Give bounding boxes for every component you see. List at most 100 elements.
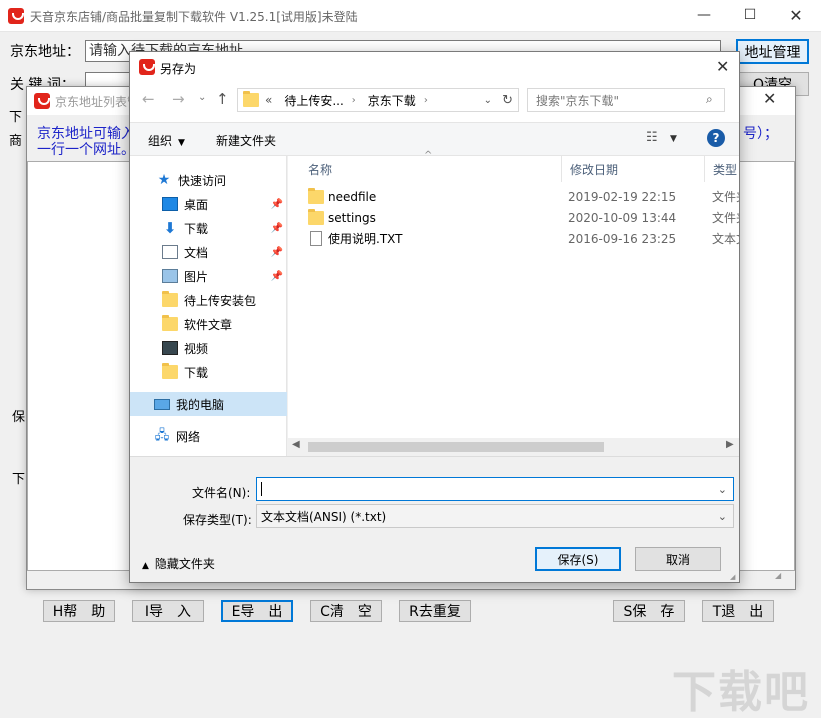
- url-label: 京东地址：: [10, 44, 80, 60]
- side-char: 下: [12, 472, 26, 487]
- nav-folder-pending[interactable]: 待上传安装包: [130, 288, 287, 312]
- file-row[interactable]: 使用说明.TXT 2016-09-16 23:25 文本文档: [288, 228, 739, 249]
- nav-network[interactable]: 🖧 网络: [130, 424, 287, 448]
- text-cursor: [261, 482, 262, 496]
- path-overflow[interactable]: «: [265, 93, 272, 107]
- filename-input[interactable]: ⌄: [256, 477, 734, 501]
- chevron-right-icon[interactable]: ›: [352, 95, 356, 106]
- file-type: 文件夹: [712, 211, 739, 225]
- filename-label: 文件名(N):: [192, 486, 251, 500]
- toolbar: 组织 ▼ 新建文件夹 ☷ ▼ ?: [130, 122, 739, 156]
- hide-folders-label: 隐藏文件夹: [154, 557, 215, 571]
- chevron-down-icon[interactable]: ⌄: [718, 510, 727, 523]
- filetype-value: 文本文档(ANSI) (*.txt): [261, 509, 387, 524]
- folder-icon: [243, 91, 259, 107]
- import-button[interactable]: I导 入: [132, 600, 204, 622]
- recent-dropdown-icon[interactable]: ⌄: [198, 92, 206, 103]
- pin-icon: 📌: [270, 222, 283, 234]
- nav-videos[interactable]: 视频: [130, 336, 287, 360]
- folder-icon: [162, 363, 178, 379]
- desktop-icon: [162, 197, 178, 211]
- nav-label: 图片: [184, 269, 209, 284]
- chevron-down-icon[interactable]: ⌄: [484, 95, 492, 106]
- app-title-bar: 天音京东店铺/商品批量复制下载软件 V1.25.1[试用版]未登陆 — ☐ ✕: [0, 0, 821, 32]
- list-desc-line2: 一行一个网址。: [37, 142, 135, 158]
- nav-label: 文档: [184, 245, 209, 260]
- filetype-label: 保存类型(T):: [183, 513, 252, 527]
- column-header-type[interactable]: 类型: [705, 156, 739, 182]
- path-segment[interactable]: 京东下载: [368, 92, 416, 109]
- maximize-button[interactable]: ☐: [727, 0, 773, 30]
- watermark: 下载吧: [672, 667, 810, 718]
- save-list-button[interactable]: S保 存: [613, 600, 685, 622]
- video-icon: [162, 341, 178, 355]
- cancel-button[interactable]: 取消: [635, 547, 721, 571]
- list-dialog-close-icon[interactable]: ✕: [763, 89, 776, 108]
- scroll-left-icon[interactable]: ◀: [292, 439, 300, 450]
- view-dropdown-icon[interactable]: ▼: [670, 134, 677, 144]
- view-options-icon[interactable]: ☷: [646, 130, 658, 145]
- save-as-dialog: 另存为 ✕ ← → ⌄ ↑ « 待上传安... › 京东下载 › ⌄ ↻ 搜索"…: [129, 51, 740, 583]
- side-char: 下: [9, 110, 23, 125]
- resize-grip-icon: ◢: [730, 573, 736, 581]
- list-dialog-logo-icon: [34, 93, 50, 109]
- help-icon[interactable]: ?: [707, 129, 725, 147]
- search-input[interactable]: 搜索"京东下载": [527, 88, 725, 112]
- text-file-icon: [310, 231, 322, 246]
- nav-label: 快速访问: [178, 173, 227, 188]
- chevron-down-icon[interactable]: ⌄: [718, 483, 727, 496]
- file-date: 2019-02-19 22:15: [568, 189, 677, 204]
- pin-icon: 📌: [270, 246, 283, 258]
- chevron-right-icon[interactable]: ›: [424, 95, 428, 106]
- caret-up-icon: ▲: [142, 561, 149, 571]
- back-arrow-icon[interactable]: ←: [142, 90, 155, 108]
- nav-label: 软件文章: [184, 317, 233, 332]
- file-type: 文件夹: [712, 190, 739, 204]
- nav-documents[interactable]: 文档 📌: [130, 240, 287, 264]
- clear-button[interactable]: C清 空: [310, 600, 382, 622]
- address-manage-button[interactable]: 地址管理: [736, 39, 809, 64]
- horizontal-scrollbar[interactable]: ◀ ▶: [288, 438, 739, 456]
- new-folder-button[interactable]: 新建文件夹: [216, 132, 276, 149]
- help-button[interactable]: H帮 助: [43, 600, 115, 622]
- minimize-button[interactable]: —: [681, 0, 727, 30]
- nav-label: 下载: [184, 365, 209, 380]
- exit-button[interactable]: T退 出: [702, 600, 774, 622]
- scrollbar-thumb[interactable]: [308, 442, 604, 452]
- hide-folders-toggle[interactable]: ▲ 隐藏文件夹: [142, 555, 215, 572]
- export-button[interactable]: E导 出: [221, 600, 293, 622]
- nav-downloads[interactable]: ⬇ 下载 📌: [130, 216, 287, 240]
- filetype-select[interactable]: 文本文档(ANSI) (*.txt) ⌄: [256, 504, 734, 528]
- list-desc-tail: 号）；: [743, 126, 778, 142]
- column-header-date[interactable]: 修改日期: [562, 156, 705, 182]
- close-button[interactable]: ✕: [773, 0, 819, 30]
- file-name: 使用说明.TXT: [328, 232, 403, 246]
- forward-arrow-icon[interactable]: →: [172, 90, 185, 108]
- navigation-pane: ★ 快速访问 桌面 📌 ⬇ 下载 📌 文档 📌 图片 📌 待上传安装包 软件文章 视频 下载…: [130, 156, 287, 456]
- file-row[interactable]: settings 2020-10-09 13:44 文件夹: [288, 207, 739, 228]
- nav-folder-articles[interactable]: 软件文章: [130, 312, 287, 336]
- folder-icon: [308, 188, 324, 204]
- search-icon[interactable]: ⌕: [706, 92, 713, 107]
- file-date: 2020-10-09 13:44: [568, 210, 677, 225]
- file-row[interactable]: needfile 2019-02-19 22:15 文件夹: [288, 186, 739, 207]
- organize-button[interactable]: 组织 ▼: [148, 132, 185, 149]
- path-segment[interactable]: 待上传安...: [284, 92, 343, 109]
- nav-folder-download[interactable]: 下载: [130, 360, 287, 384]
- nav-this-pc[interactable]: 我的电脑: [130, 392, 287, 416]
- column-header-name[interactable]: 名称: [300, 156, 562, 182]
- dedupe-button[interactable]: R去重复: [399, 600, 471, 622]
- save-dialog-logo-icon: [139, 59, 155, 75]
- computer-icon: [154, 398, 170, 410]
- nav-desktop[interactable]: 桌面 📌: [130, 192, 287, 216]
- resize-grip-icon: ◢: [775, 571, 782, 580]
- scroll-right-icon[interactable]: ▶: [726, 439, 734, 450]
- save-dialog-close-button[interactable]: ✕: [716, 57, 729, 76]
- nav-pictures[interactable]: 图片 📌: [130, 264, 287, 288]
- refresh-icon[interactable]: ↻: [502, 93, 513, 108]
- path-breadcrumb[interactable]: « 待上传安... › 京东下载 › ⌄ ↻: [237, 88, 519, 112]
- save-button[interactable]: 保存(S): [535, 547, 621, 571]
- download-icon: ⬇: [163, 219, 177, 237]
- up-arrow-icon[interactable]: ↑: [216, 90, 229, 108]
- nav-quick-access[interactable]: ★ 快速访问: [130, 168, 287, 192]
